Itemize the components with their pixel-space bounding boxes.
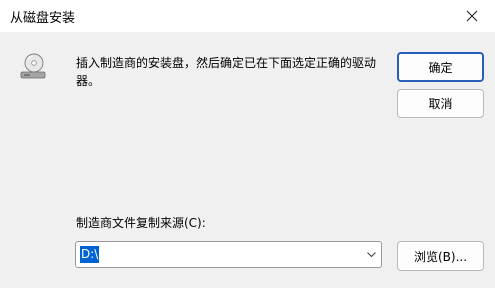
cancel-button[interactable]: 取消 bbox=[397, 89, 484, 118]
browse-button[interactable]: 浏览(B)... bbox=[397, 241, 484, 271]
close-button[interactable] bbox=[449, 0, 495, 32]
ok-button[interactable]: 确定 bbox=[397, 52, 484, 82]
title-bar: 从磁盘安装 bbox=[0, 0, 495, 32]
source-path-combobox[interactable]: D:\ bbox=[75, 241, 382, 268]
install-from-disk-dialog: 从磁盘安装 插入制造商的安装盘，然后确定已在下面选定正确的驱动器。 确定 取消 … bbox=[0, 0, 495, 288]
instruction-text: 插入制造商的安装盘，然后确定已在下面选定正确的驱动器。 bbox=[76, 56, 377, 88]
chevron-down-icon[interactable] bbox=[366, 249, 377, 260]
source-label: 制造商文件复制来源(C): bbox=[76, 216, 206, 230]
close-icon bbox=[466, 10, 478, 22]
disk-drive-icon bbox=[20, 53, 46, 79]
source-path-input[interactable]: D:\ bbox=[80, 246, 100, 263]
dialog-title: 从磁盘安装 bbox=[10, 11, 76, 26]
